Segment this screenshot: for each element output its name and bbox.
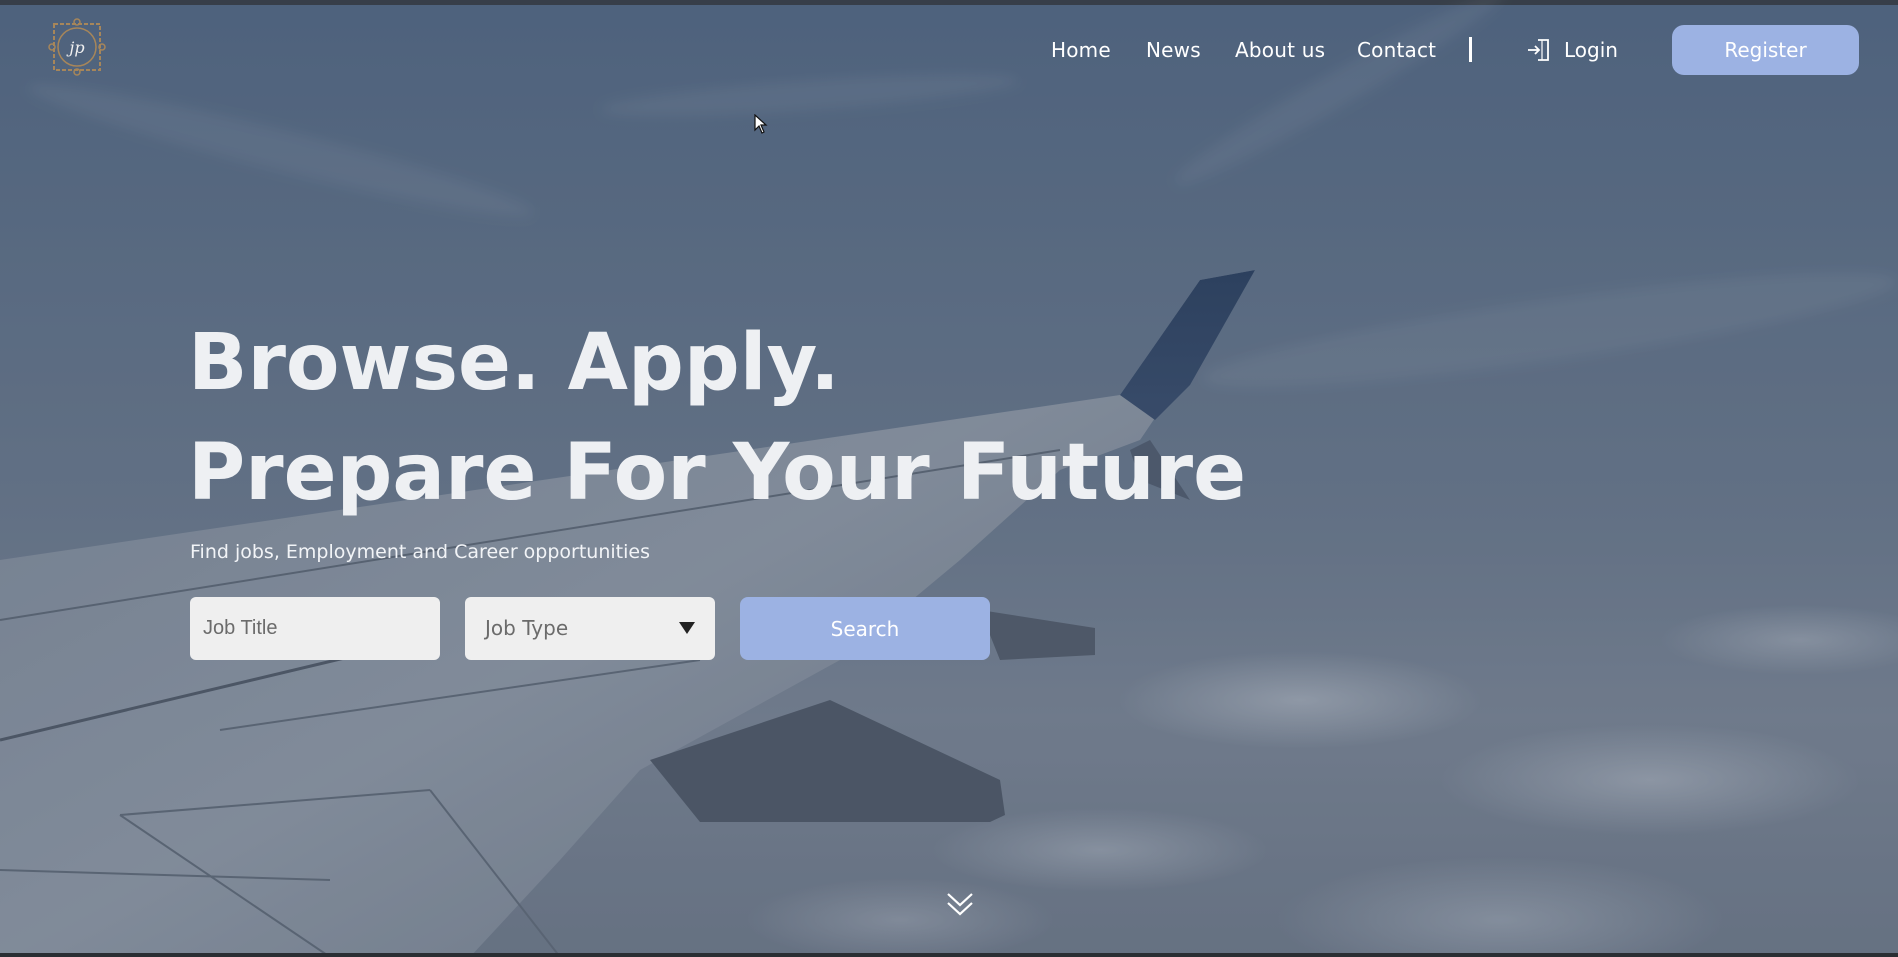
hero-headline-line1: Browse. Apply.	[188, 318, 840, 408]
hero-headline-line2: Prepare For Your Future	[188, 428, 1247, 518]
mouse-cursor-icon	[754, 114, 768, 134]
scroll-down-button[interactable]	[944, 890, 976, 918]
double-chevron-down-icon	[947, 893, 973, 916]
nav-news-link[interactable]: News	[1146, 38, 1201, 62]
dropdown-arrow-icon	[679, 622, 695, 634]
hero-subtitle: Find jobs, Employment and Career opportu…	[190, 541, 650, 563]
nav-divider	[1469, 37, 1472, 62]
nav-contact-link[interactable]: Contact	[1357, 38, 1436, 62]
job-title-input[interactable]	[190, 597, 440, 660]
sign-in-icon	[1528, 39, 1549, 61]
search-button[interactable]: Search	[740, 597, 990, 660]
login-link[interactable]: Login	[1526, 36, 1618, 64]
login-label: Login	[1564, 38, 1618, 62]
window-bottom-edge	[0, 953, 1898, 957]
register-button[interactable]: Register	[1672, 25, 1859, 75]
nav-about-link[interactable]: About us	[1235, 38, 1325, 62]
nav-home-link[interactable]: Home	[1051, 38, 1111, 62]
job-type-select[interactable]: Job Type	[465, 597, 715, 660]
job-type-value: Job Type	[485, 616, 569, 640]
